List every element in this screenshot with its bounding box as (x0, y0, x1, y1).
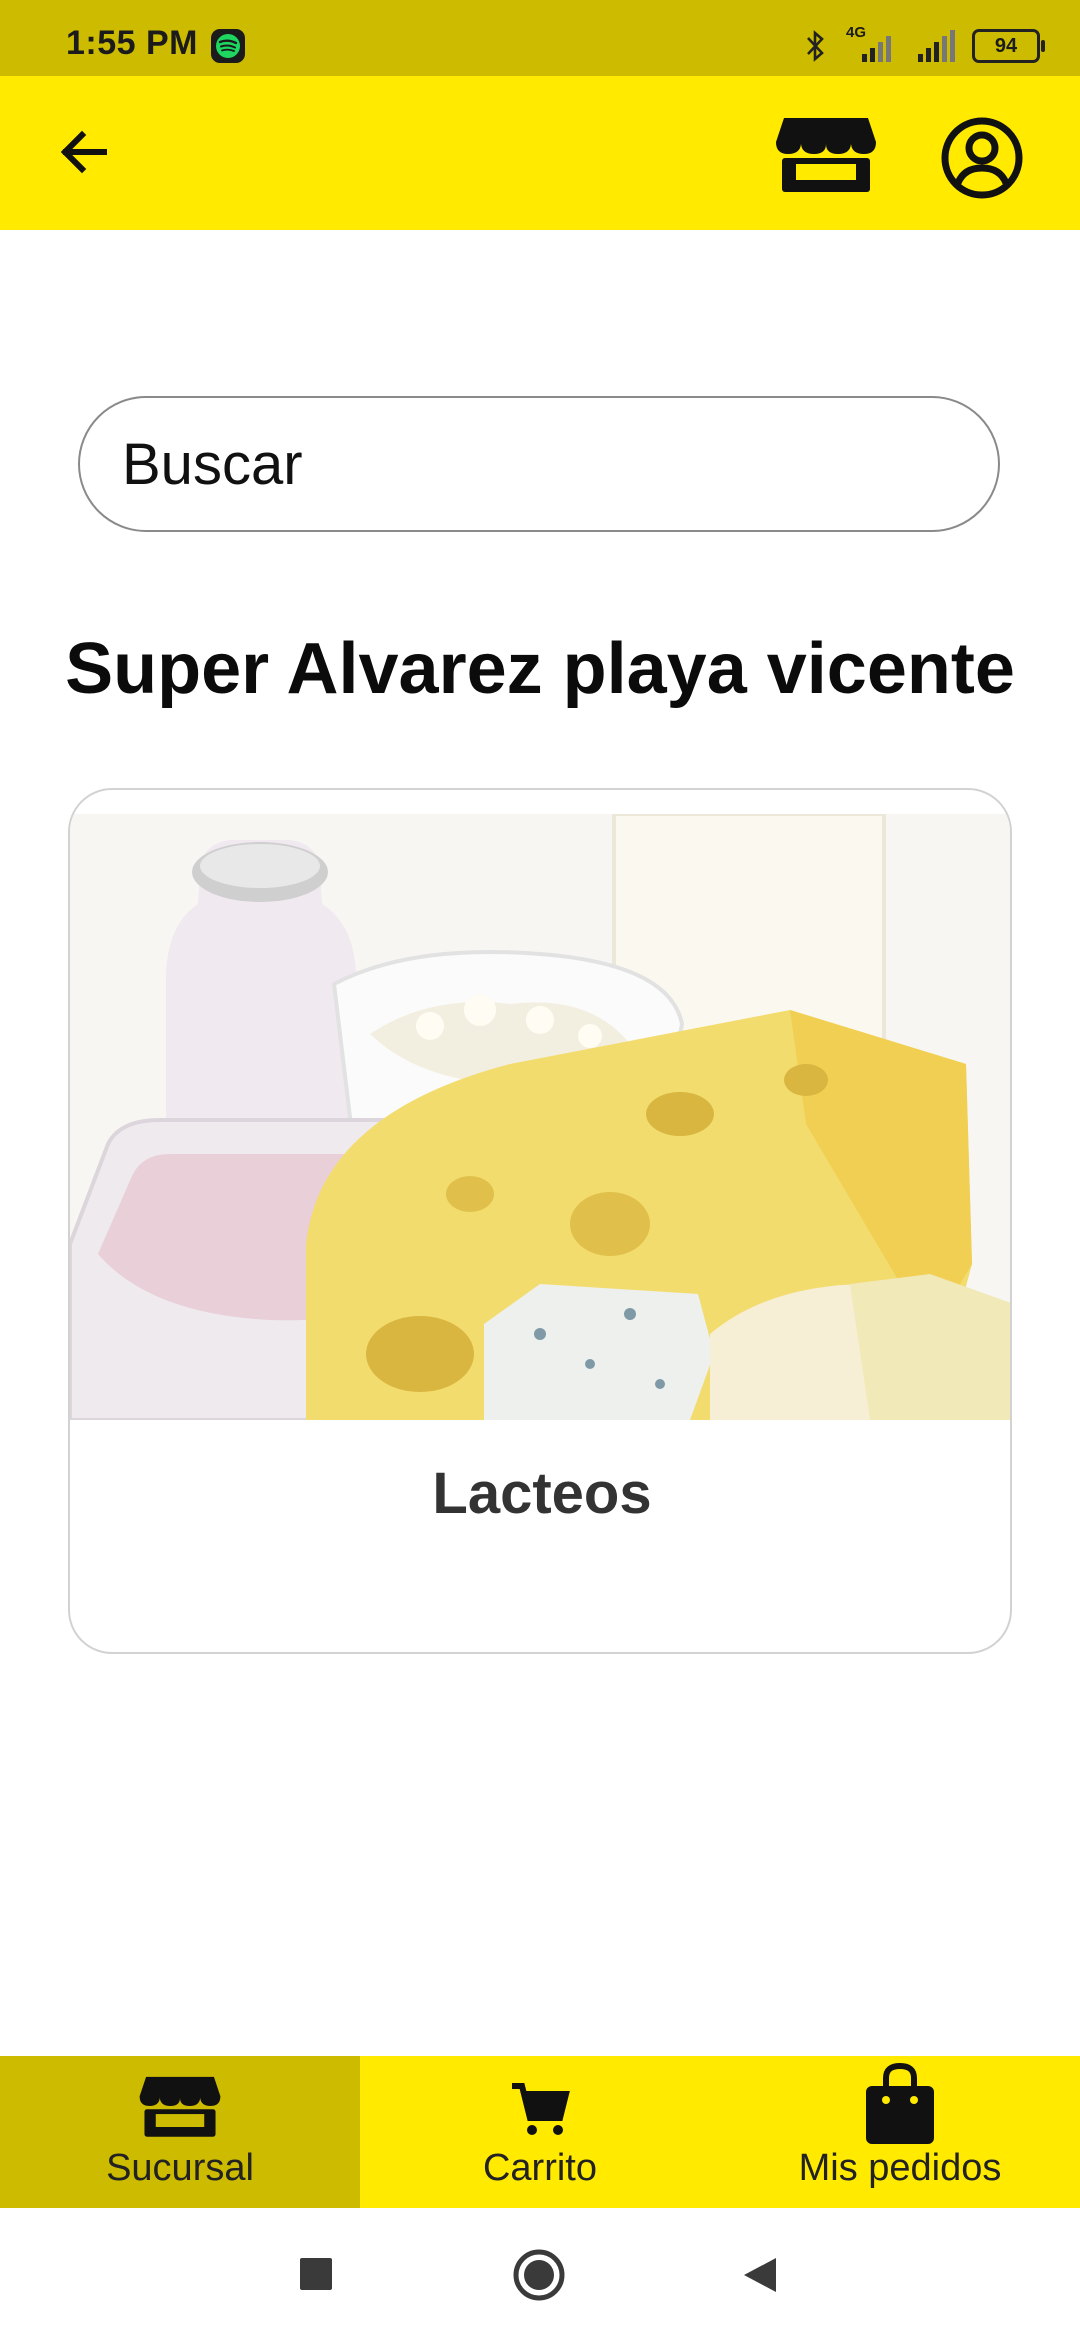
dairy-products-image (70, 814, 1010, 1420)
search-input[interactable]: Buscar (78, 396, 1000, 532)
spotify-icon (211, 29, 245, 63)
category-label: Lacteos (432, 1461, 652, 1526)
cellular-signal-4g: 4G (844, 24, 902, 64)
shopping-cart-icon (512, 2083, 570, 2135)
back-button-icon[interactable] (742, 2256, 778, 2294)
bottom-navigation: Sucursal Carrito Mis pedidos (0, 2056, 1080, 2208)
status-icons: 4G 94 (800, 24, 1045, 66)
system-navigation-bar (0, 2208, 1080, 2340)
nav-item-carrito[interactable]: Carrito (360, 2056, 720, 2208)
app-bar (0, 76, 1080, 230)
status-bar: 1:55 PM 4G 94 (0, 0, 1080, 76)
nav-item-mis-pedidos[interactable]: Mis pedidos (720, 2056, 1080, 2208)
battery-indicator: 94 (972, 29, 1045, 63)
nav-label-mis-pedidos: Mis pedidos (798, 2147, 1002, 2189)
store-title: Super Alvarez playa vicente (65, 629, 1015, 709)
nav-item-sucursal[interactable]: Sucursal (0, 2056, 360, 2208)
signal-bars-icon-2 (918, 30, 955, 62)
nav-label-carrito: Carrito (482, 2147, 598, 2189)
account-circle-icon[interactable] (940, 116, 1024, 200)
home-button-icon[interactable] (512, 2248, 566, 2302)
nav-label-sucursal: Sucursal (106, 2147, 254, 2189)
storefront-icon[interactable] (774, 114, 878, 194)
recents-button-icon[interactable] (300, 2258, 332, 2290)
network-type: 4G (846, 24, 867, 41)
category-card[interactable]: Lacteos (68, 788, 1012, 1654)
status-time: 1:55 PM (66, 24, 198, 62)
bluetooth-icon (807, 30, 824, 62)
storefront-icon (139, 2076, 221, 2137)
arrow-left-icon[interactable] (52, 120, 116, 184)
shopping-bag-icon (866, 2062, 934, 2144)
